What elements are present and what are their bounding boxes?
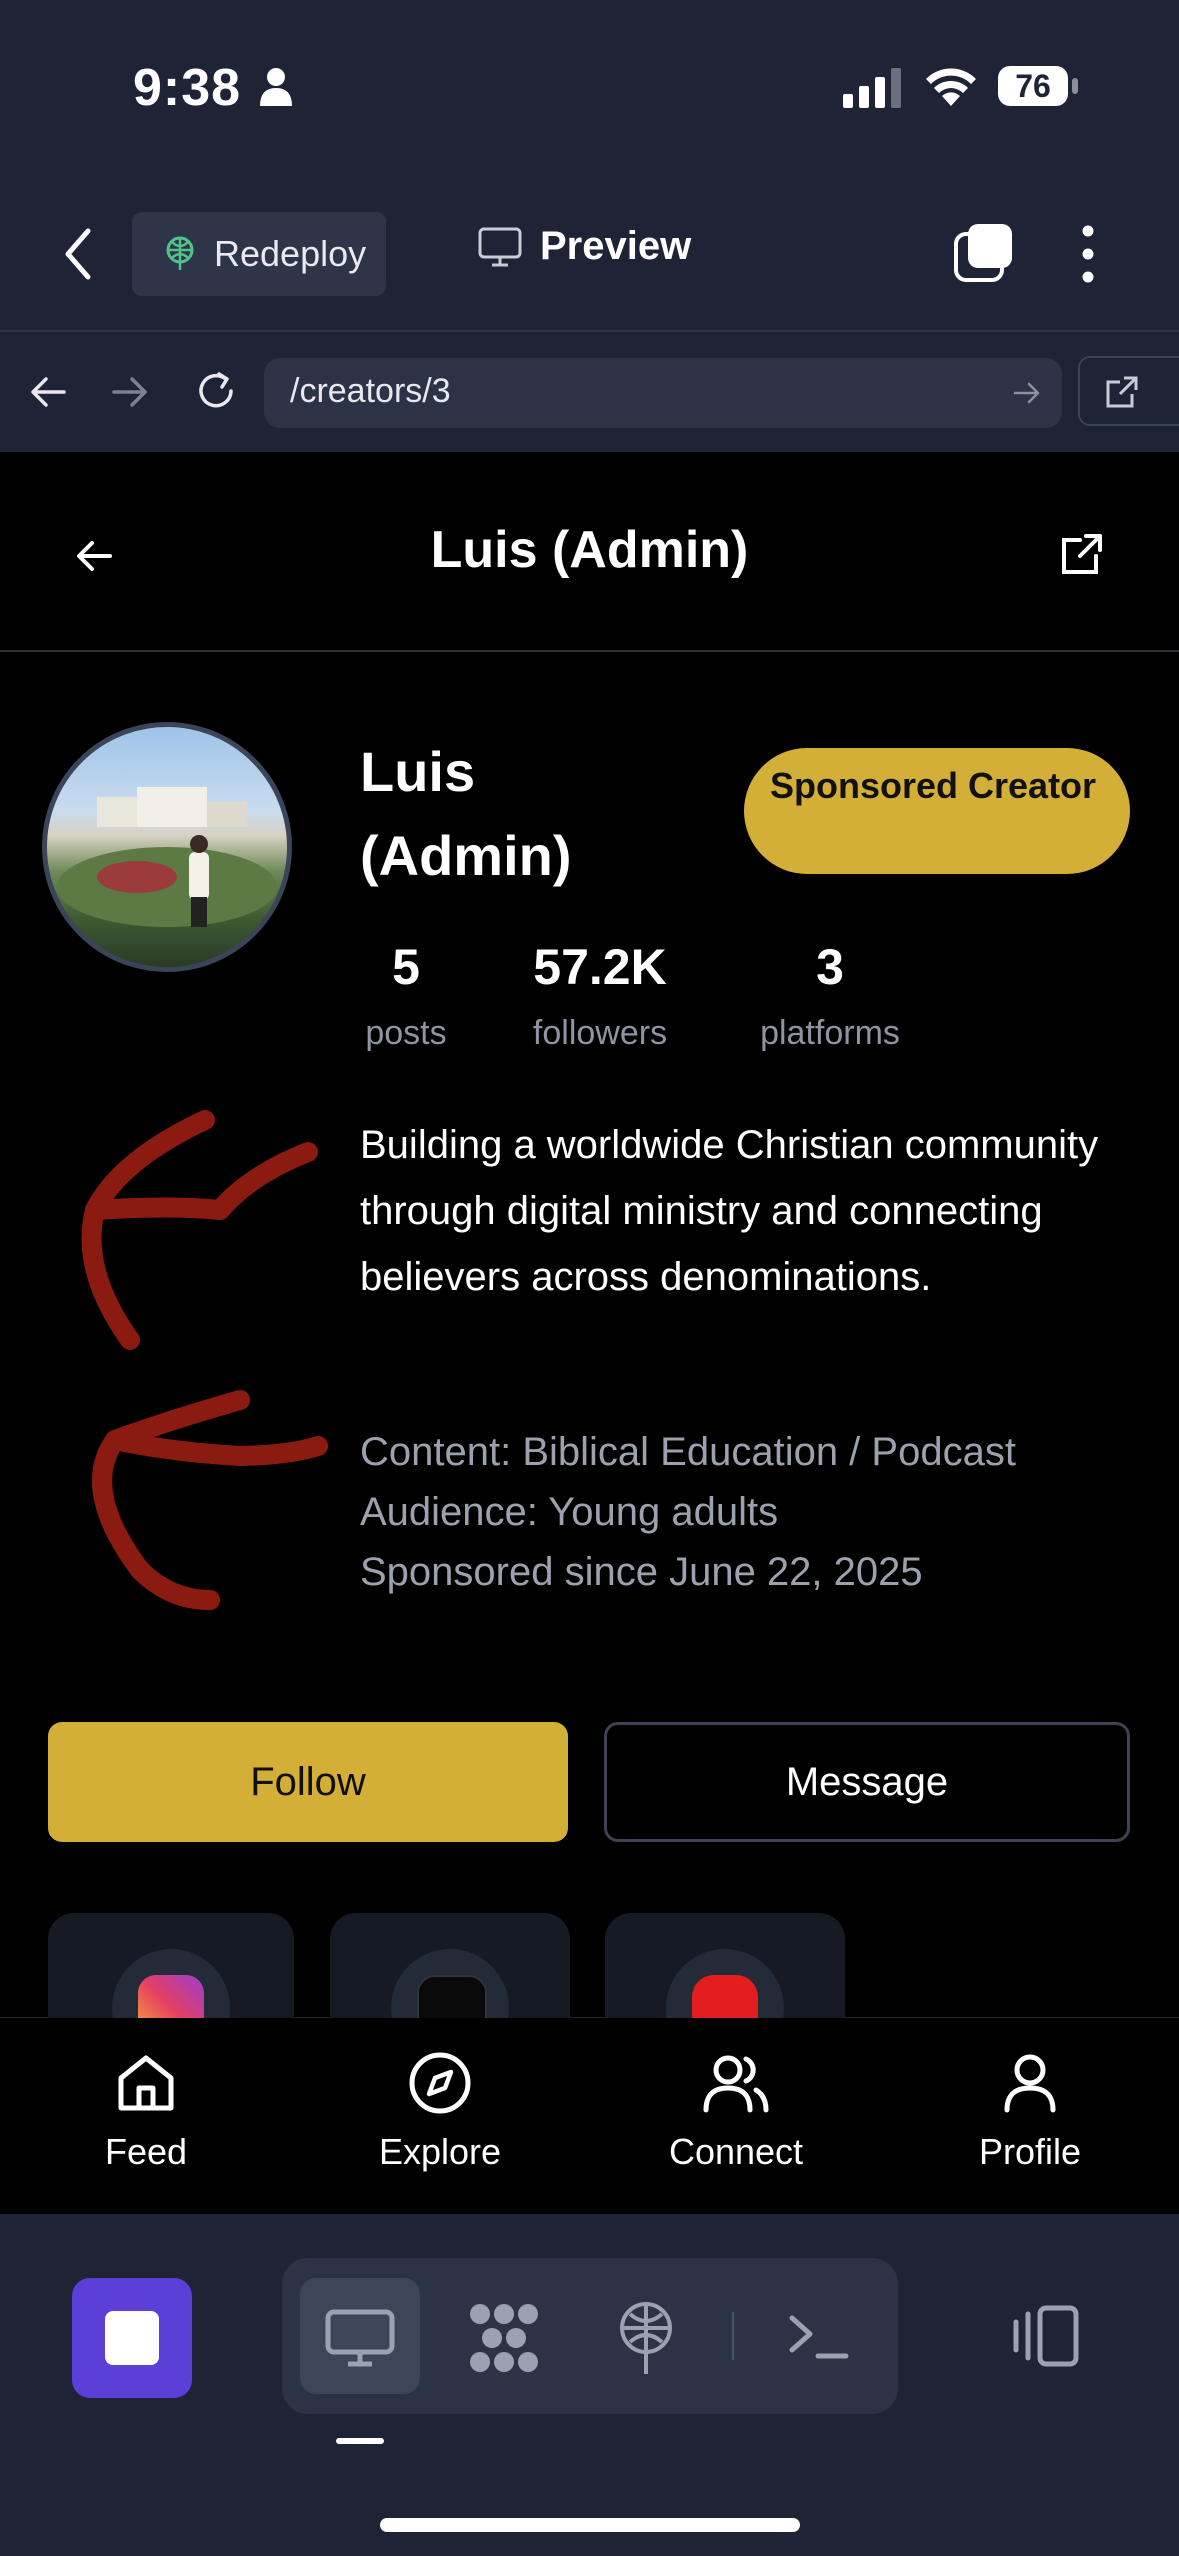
platform-card-tiktok[interactable] (330, 1913, 570, 2023)
chevron-left-icon[interactable] (60, 225, 96, 283)
stat-value: 3 (816, 939, 844, 995)
compass-icon (409, 2052, 471, 2114)
stat-followers: 57.2K followers (515, 938, 685, 1053)
profile-bio: Building a worldwide Christian community… (360, 1123, 1099, 1299)
go-arrow-icon[interactable] (1012, 378, 1042, 408)
avatar (42, 722, 292, 972)
tab-explore[interactable]: Explore (340, 2050, 540, 2173)
youtube-icon (692, 1975, 758, 2023)
tab-label: Explore (378, 2131, 502, 2172)
stat-value: 5 (392, 939, 420, 995)
deploy-icon (166, 236, 194, 270)
platform-card-instagram[interactable] (48, 1913, 294, 2023)
arrow-right-icon[interactable] (110, 372, 150, 412)
tab-feed[interactable]: Feed (46, 2050, 246, 2173)
status-time: 9:38 (133, 59, 242, 117)
arrow-left-icon[interactable] (28, 372, 68, 412)
tab-label: Feed (104, 2131, 188, 2172)
tab-connect[interactable]: Connect (636, 2050, 836, 2173)
tab-label: Profile (978, 2131, 1082, 2172)
deploy-icon[interactable] (612, 2300, 680, 2376)
stat-label: platforms (760, 1014, 900, 1052)
monitor-icon (478, 227, 522, 266)
home-indicator (380, 2518, 800, 2532)
tabs-icon[interactable] (952, 222, 1014, 284)
tab-label: Connect (668, 2131, 804, 2172)
stat-posts: 5 posts (356, 938, 456, 1053)
header-divider (0, 650, 1179, 652)
preview-button[interactable]: Preview (478, 224, 691, 269)
sponsored-date: Sponsored since June 22, 2025 (360, 1550, 923, 1594)
message-button[interactable]: Message (604, 1722, 1130, 1842)
share-external-icon[interactable] (1058, 530, 1106, 578)
user-icon (1004, 2054, 1056, 2113)
tab-profile[interactable]: Profile (930, 2050, 1130, 2173)
redeploy-label: Redeploy (214, 233, 367, 274)
annotation-arrows (81, 1110, 328, 1610)
page-title: Luis (Admin) (430, 521, 749, 579)
wifi-icon (926, 68, 976, 106)
tiktok-icon (417, 1975, 487, 2023)
switcher-divider (732, 2312, 734, 2360)
preview-label: Preview (540, 224, 692, 268)
redeploy-button[interactable]: Redeploy (132, 212, 386, 296)
content-category: Content: Biblical Education / Podcast (360, 1430, 1016, 1474)
split-view-icon[interactable] (1010, 2304, 1082, 2368)
instagram-icon (138, 1975, 204, 2023)
stat-platforms: 3 platforms (740, 938, 920, 1053)
profile-meta: Content: Biblical Education / Podcast Au… (360, 1422, 1160, 1602)
active-view-indicator (336, 2438, 384, 2444)
reload-icon[interactable] (193, 368, 239, 414)
monitor-icon (325, 2309, 395, 2367)
stop-icon (105, 2311, 159, 2365)
profile-name: Luis (Admin) (360, 740, 572, 887)
url-text[interactable]: /creators/3 (290, 372, 451, 411)
stat-label: followers (532, 1014, 668, 1052)
person-icon (260, 68, 292, 106)
more-vertical-icon[interactable] (1078, 225, 1098, 283)
platform-card-youtube[interactable] (605, 1913, 845, 2023)
external-link-icon (1106, 376, 1138, 408)
apps-grid-icon[interactable] (466, 2302, 542, 2374)
users-icon (703, 2055, 769, 2113)
follow-button[interactable]: Follow (48, 1722, 568, 1842)
sponsored-badge: Sponsored Creator (744, 748, 1130, 874)
signal-icon (843, 68, 901, 108)
home-icon (118, 2055, 174, 2111)
battery-tip (1072, 78, 1078, 94)
battery-indicator: 76 (998, 66, 1068, 106)
audience-info: Audience: Young adults (360, 1490, 779, 1534)
stat-value: 57.2K (533, 939, 667, 995)
terminal-icon[interactable] (786, 2310, 850, 2362)
stat-label: posts (365, 1014, 447, 1052)
